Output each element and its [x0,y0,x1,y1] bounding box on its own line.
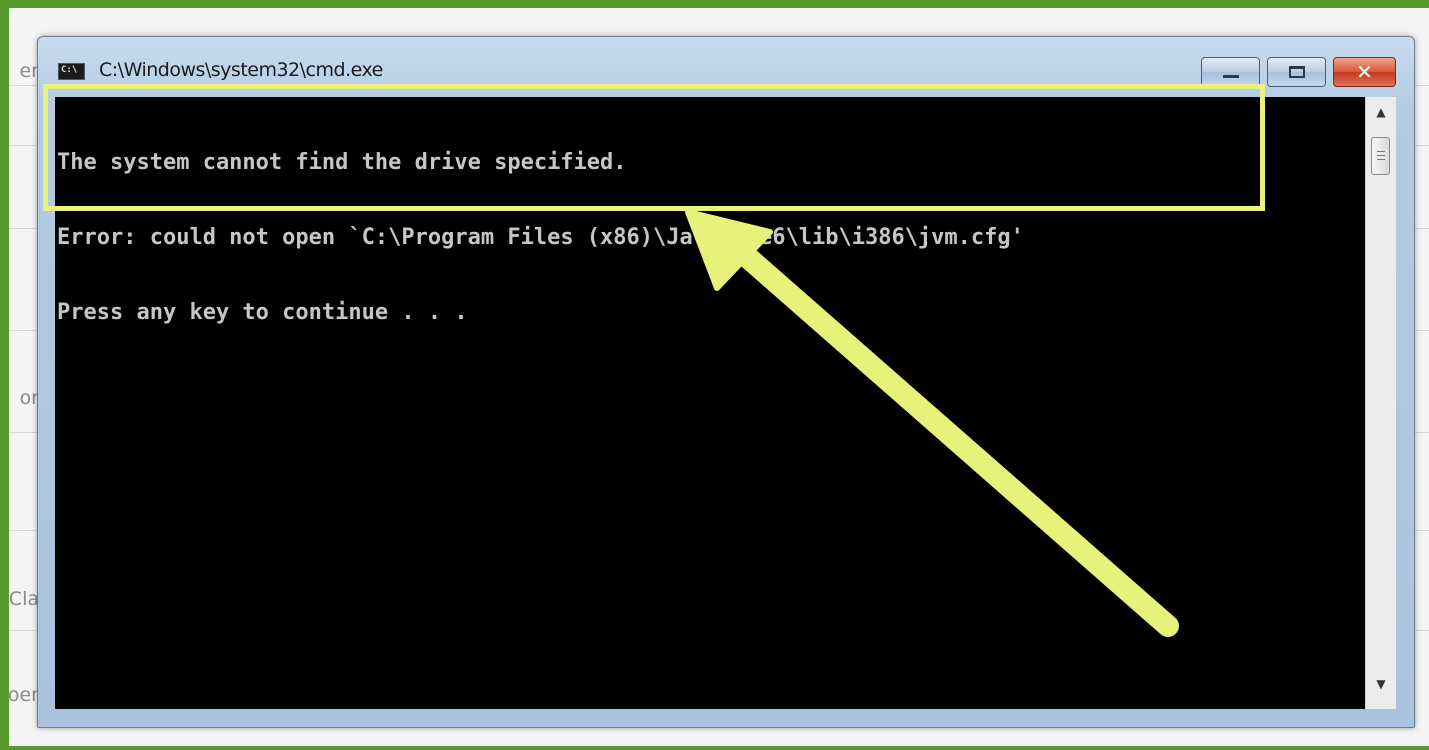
arrow-icon [685,209,1179,637]
arrow-shaft [734,244,1179,637]
